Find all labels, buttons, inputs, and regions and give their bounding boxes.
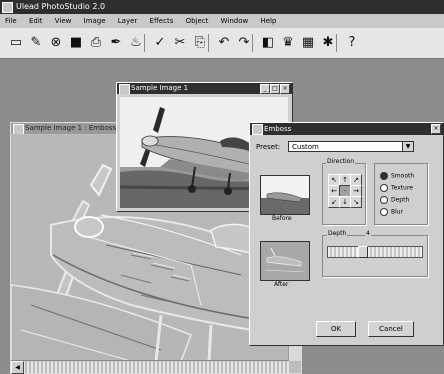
paste-icon[interactable]: ⎘ (192, 35, 208, 51)
toolbar-separator (252, 34, 253, 52)
close-icon[interactable]: × (280, 84, 290, 94)
minimize-icon[interactable]: _ (260, 84, 270, 94)
ok-button[interactable]: OK (316, 321, 356, 337)
direction-group: Direction ↖ ↑ ↗ ← · → ↙ ↓ ↘ (322, 158, 366, 225)
menu-object[interactable]: Object (186, 17, 209, 25)
dialog-icon (252, 124, 263, 135)
save-icon[interactable]: ■ (68, 35, 84, 51)
options-group: Smooth Texture Depth Blur (374, 163, 428, 225)
cancel-button[interactable]: Cancel (368, 321, 414, 337)
magic-icon[interactable]: ✓ (152, 35, 168, 51)
paint-icon[interactable]: ✒ (108, 35, 124, 51)
chevron-down-icon[interactable]: ▼ (402, 142, 413, 151)
preset-label: Preset: (256, 143, 281, 151)
photo-window-title: Sample Image 1 (131, 84, 189, 92)
grid-icon[interactable]: ▦ (300, 35, 316, 51)
before-label: Before (272, 215, 292, 222)
radio-icon[interactable] (380, 184, 388, 192)
help-icon[interactable]: ? (344, 35, 360, 51)
preset-value: Custom (292, 143, 319, 151)
close-icon[interactable]: × (431, 124, 441, 134)
document-icon (13, 124, 24, 134)
app-title: Ulead PhotoStudio 2.0 (16, 2, 106, 11)
toolbar: ▭ ✎ ⊗ ■ ⎙ ✒ ♨ ✓ ✂ ⎘ ↶ ↷ ◧ ♛ ▦ ✱? (0, 28, 444, 59)
scroll-left-icon[interactable]: ◀ (11, 361, 24, 374)
depth-label: Depth (327, 230, 348, 237)
option-smooth[interactable]: Smooth (380, 172, 414, 180)
toolbar-separator (336, 34, 337, 52)
cut-icon[interactable]: ✂ (172, 35, 188, 51)
dialog-title: Emboss (264, 125, 292, 133)
print-icon[interactable]: ⎙ (88, 35, 104, 51)
radio-selected-icon[interactable] (380, 172, 388, 180)
menu-help[interactable]: Help (260, 17, 276, 25)
direction-label: Direction (326, 158, 356, 165)
depth-group: Depth 4 (322, 230, 428, 277)
before-thumbnail (261, 176, 309, 214)
app-titlebar: Ulead PhotoStudio 2.0 (0, 0, 444, 14)
new-icon[interactable]: ▭ (8, 35, 24, 51)
arrow-down-right-icon[interactable]: ↘ (350, 196, 362, 208)
menu-edit[interactable]: Edit (29, 17, 43, 25)
emboss-horizontal-scrollbar[interactable]: ◀ (11, 360, 289, 374)
option-depth-label: Depth (391, 196, 410, 204)
depth-slider[interactable] (327, 246, 423, 258)
option-texture[interactable]: Texture (380, 184, 413, 192)
emboss-window-title: Sample Image 1 : Emboss (25, 124, 117, 132)
option-texture-label: Texture (391, 184, 413, 192)
after-label: After (274, 281, 289, 288)
menu-bar: File Edit View Image Layer Effects Objec… (0, 14, 444, 28)
depth-value: 4 (365, 230, 371, 237)
photo-window-titlebar[interactable]: Sample Image 1 _ □ × (117, 83, 292, 94)
open-icon[interactable]: ✎ (28, 35, 44, 51)
toolbar-separator (144, 34, 145, 52)
menu-effects[interactable]: Effects (150, 17, 174, 25)
option-depth[interactable]: Depth (380, 196, 409, 204)
menu-layer[interactable]: Layer (118, 17, 138, 25)
menu-file[interactable]: File (5, 17, 17, 25)
radio-icon[interactable] (380, 208, 388, 216)
after-thumbnail (261, 242, 309, 280)
scanner-icon[interactable]: ⊗ (48, 35, 64, 51)
effects-icon[interactable]: ♛ (280, 35, 296, 51)
menu-image[interactable]: Image (84, 17, 106, 25)
radio-icon[interactable] (380, 196, 388, 204)
dialog-titlebar[interactable]: Emboss × (250, 123, 443, 135)
emboss-dialog[interactable]: Emboss × Preset: Custom ▼ Before After D… (249, 122, 444, 346)
document-icon (119, 84, 130, 94)
depth-slider-thumb[interactable] (358, 246, 368, 258)
option-smooth-label: Smooth (391, 172, 415, 180)
before-preview (260, 175, 310, 215)
option-blur-label: Blur (391, 208, 404, 216)
redo-icon[interactable]: ↷ (236, 35, 252, 51)
options-icon[interactable]: ✱ (320, 35, 336, 51)
toolbar-separator (208, 34, 209, 52)
menu-view[interactable]: View (55, 17, 72, 25)
stamp-icon[interactable]: ♨ (128, 35, 144, 51)
undo-icon[interactable]: ↶ (216, 35, 232, 51)
option-blur[interactable]: Blur (380, 208, 403, 216)
app-icon (2, 2, 13, 13)
maximize-icon[interactable]: □ (270, 84, 280, 94)
after-preview (260, 241, 310, 281)
mask-icon[interactable]: ◧ (260, 35, 276, 51)
menu-window[interactable]: Window (221, 17, 249, 25)
preset-dropdown[interactable]: Custom ▼ (288, 141, 414, 152)
